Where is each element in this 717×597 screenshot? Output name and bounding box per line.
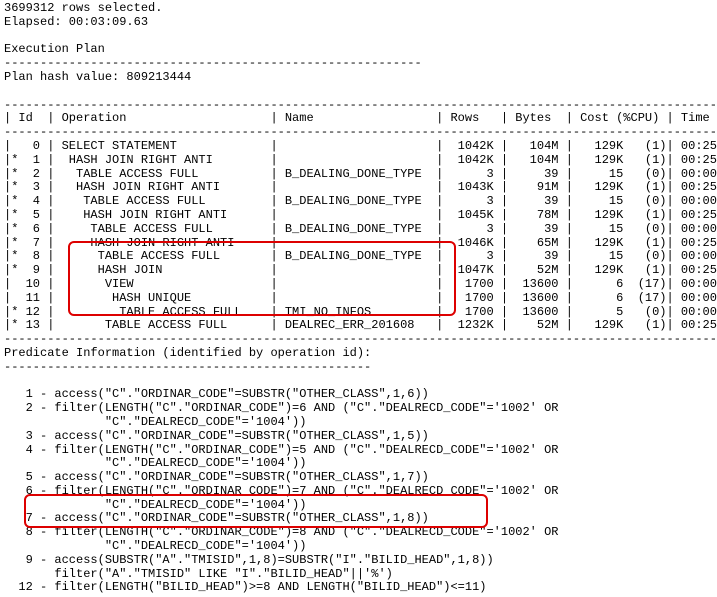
predicate-line: "C"."DEALRECD_CODE"='1004')) [4,499,713,513]
predicate-line: 6 - filter(LENGTH("C"."ORDINAR_CODE")=7 … [4,485,713,499]
table-header-row: | Id | Operation | Name | Rows | Bytes |… [4,112,713,126]
predicate-line: 7 - access("C"."ORDINAR_CODE"=SUBSTR("OT… [4,512,713,526]
terminal-output: 3699312 rows selected. Elapsed: 00:03:09… [4,2,713,595]
plan-row: |* 5 | HASH JOIN RIGHT ANTI | | 1045K | … [4,209,713,223]
predicate-line: 12 - filter(LENGTH("BILID_HEAD")>=8 AND … [4,581,713,595]
plan-row: | 10 | VIEW | | 1700 | 13600 | 6 (17)| 0… [4,278,713,292]
execution-plan-title: Execution Plan [4,43,713,57]
predicate-line: 1 - access("C"."ORDINAR_CODE"=SUBSTR("OT… [4,388,713,402]
predicate-line: 3 - access("C"."ORDINAR_CODE"=SUBSTR("OT… [4,430,713,444]
table-border-mid: ----------------------------------------… [4,126,713,140]
plan-row: |* 13 | TABLE ACCESS FULL | DEALREC_ERR_… [4,319,713,333]
plan-row: |* 6 | TABLE ACCESS FULL | B_DEALING_DON… [4,223,713,237]
plan-row: |* 12 | TABLE ACCESS FULL | TMI_NO_INFOS… [4,306,713,320]
plan-row: |* 1 | HASH JOIN RIGHT ANTI | | 1042K | … [4,154,713,168]
predicate-line: "C"."DEALRECD_CODE"='1004')) [4,416,713,430]
predicate-header: Predicate Information (identified by ope… [4,347,713,361]
plan-row: |* 8 | TABLE ACCESS FULL | B_DEALING_DON… [4,250,713,264]
plan-row: | 0 | SELECT STATEMENT | | 1042K | 104M … [4,140,713,154]
predicate-line: 5 - access("C"."ORDINAR_CODE"=SUBSTR("OT… [4,471,713,485]
predicate-line: 8 - filter(LENGTH("C"."ORDINAR_CODE")=8 … [4,526,713,540]
predicate-line: "C"."DEALRECD_CODE"='1004')) [4,457,713,471]
divider: ----------------------------------------… [4,57,713,71]
predicate-line: 9 - access(SUBSTR("A"."TMISID",1,8)=SUBS… [4,554,713,568]
plan-rows: | 0 | SELECT STATEMENT | | 1042K | 104M … [4,140,713,333]
table-border-top: ----------------------------------------… [4,99,713,113]
plan-row: |* 4 | TABLE ACCESS FULL | B_DEALING_DON… [4,195,713,209]
elapsed: Elapsed: 00:03:09.63 [4,16,713,30]
plan-hash: Plan hash value: 809213444 [4,71,713,85]
plan-row: | 11 | HASH UNIQUE | | 1700 | 13600 | 6 … [4,292,713,306]
plan-row: |* 3 | HASH JOIN RIGHT ANTI | | 1043K | … [4,181,713,195]
predicate-line: 2 - filter(LENGTH("C"."ORDINAR_CODE")=6 … [4,402,713,416]
predicate-line: "C"."DEALRECD_CODE"='1004')) [4,540,713,554]
plan-row: |* 9 | HASH JOIN | | 1047K | 52M | 129K … [4,264,713,278]
predicate-lines: 1 - access("C"."ORDINAR_CODE"=SUBSTR("OT… [4,388,713,595]
plan-row: |* 7 | HASH JOIN RIGHT ANTI | | 1046K | … [4,237,713,251]
table-border-bot: ----------------------------------------… [4,333,713,347]
rows-selected: 3699312 rows selected. [4,2,713,16]
plan-row: |* 2 | TABLE ACCESS FULL | B_DEALING_DON… [4,168,713,182]
predicate-line: filter("A"."TMISID" LIKE "I"."BILID_HEAD… [4,568,713,582]
divider: ----------------------------------------… [4,361,713,375]
predicate-line: 4 - filter(LENGTH("C"."ORDINAR_CODE")=5 … [4,444,713,458]
